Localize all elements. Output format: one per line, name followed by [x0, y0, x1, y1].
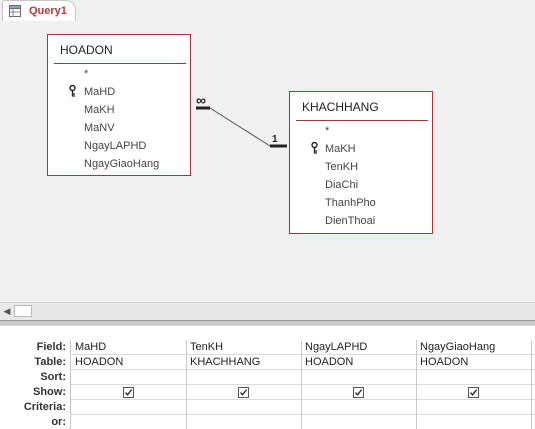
- field-cell[interactable]: TenKH: [190, 341, 223, 353]
- many-symbol: ∞: [196, 92, 206, 108]
- field-mahd[interactable]: MaHD: [84, 86, 115, 98]
- table-hoadon[interactable]: HOADON * MaHD MaKH MaNV NgayLAPHD NgayGi…: [47, 34, 191, 176]
- tab-label: Query1: [29, 5, 67, 17]
- field-cell[interactable]: NgayGiaoHang: [420, 341, 495, 353]
- field-manv[interactable]: MaNV: [84, 122, 115, 134]
- scroll-left-icon[interactable]: ◀: [2, 306, 12, 317]
- field-ngaylaphd[interactable]: NgayLAPHD: [84, 140, 146, 152]
- table-cell[interactable]: HOADON: [420, 356, 468, 368]
- show-checkbox[interactable]: [238, 387, 249, 398]
- primary-key-icon: [310, 141, 319, 154]
- scrollbar-thumb[interactable]: [14, 305, 32, 317]
- field-cell[interactable]: MaHD: [75, 341, 106, 353]
- table-cell[interactable]: HOADON: [305, 356, 353, 368]
- field-all[interactable]: *: [84, 68, 88, 80]
- table-title: KHACHHANG: [302, 100, 379, 114]
- show-checkbox[interactable]: [353, 387, 364, 398]
- horizontal-scrollbar[interactable]: ◀: [0, 302, 535, 320]
- field-ngaygiaohang[interactable]: NgayGiaoHang: [84, 158, 159, 170]
- grid-column-4[interactable]: [416, 340, 532, 429]
- field-dienthoai[interactable]: DienThoai: [325, 215, 375, 227]
- field-makh[interactable]: MaKH: [84, 104, 115, 116]
- row-label-table: Table:: [34, 356, 66, 368]
- row-label-sort: Sort:: [40, 371, 66, 383]
- show-checkbox[interactable]: [123, 387, 134, 398]
- table-title: HOADON: [60, 43, 113, 57]
- row-label-or: or:: [51, 416, 66, 428]
- document-tab-strip: Query1: [0, 0, 535, 23]
- grid-column-5[interactable]: [531, 340, 535, 429]
- primary-key-icon: [68, 84, 77, 97]
- field-thanhpho[interactable]: ThanhPho: [325, 197, 376, 209]
- row-label-criteria: Criteria:: [23, 401, 66, 413]
- table-cell[interactable]: HOADON: [75, 356, 123, 368]
- row-label-show: Show:: [33, 386, 66, 398]
- divider: [296, 120, 428, 121]
- field-cell[interactable]: NgayLAPHD: [305, 341, 367, 353]
- field-all[interactable]: *: [325, 125, 329, 137]
- tab-query1[interactable]: Query1: [2, 0, 76, 21]
- grid-column-3[interactable]: [301, 340, 417, 429]
- query-design-pane: ∞ 1 HOADON * MaHD MaKH MaNV NgayLAPHD Ng…: [0, 22, 535, 302]
- grid-column-1[interactable]: [70, 340, 186, 429]
- one-symbol: 1: [272, 134, 278, 145]
- divider: [54, 63, 186, 64]
- show-checkbox[interactable]: [468, 387, 479, 398]
- table-cell[interactable]: KHACHHANG: [190, 356, 260, 368]
- row-label-field: Field:: [36, 341, 66, 353]
- field-diachi[interactable]: DiaChi: [325, 179, 358, 191]
- field-tenkh[interactable]: TenKH: [325, 161, 358, 173]
- field-makh[interactable]: MaKH: [325, 143, 356, 155]
- table-khachhang[interactable]: KHACHHANG * MaKH TenKH DiaChi ThanhPho D…: [289, 91, 433, 234]
- query-icon: [9, 5, 21, 17]
- grid-column-2[interactable]: [186, 340, 302, 429]
